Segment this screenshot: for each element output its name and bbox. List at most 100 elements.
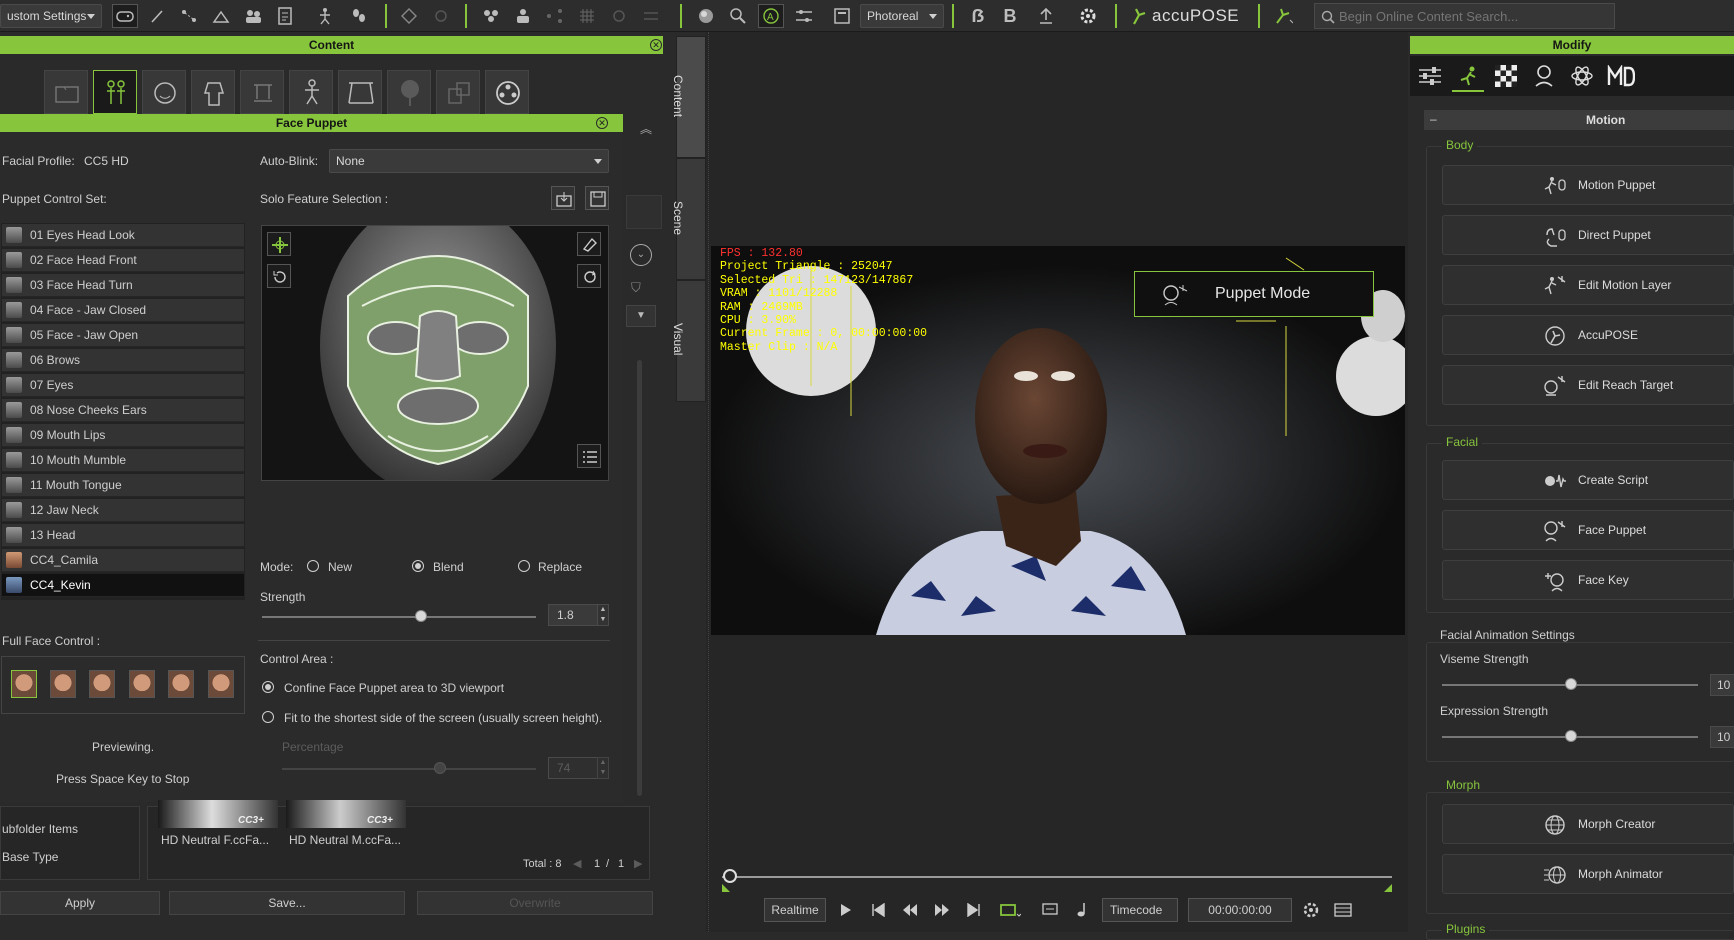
export-icon[interactable] bbox=[1034, 4, 1058, 28]
edit-reach-target-button[interactable]: Edit Reach Target bbox=[1442, 365, 1734, 405]
realtime-button[interactable]: Realtime bbox=[764, 898, 826, 922]
subtitle-icon[interactable] bbox=[1040, 898, 1060, 922]
list-item[interactable]: CC4_Camila bbox=[2, 549, 244, 572]
fast-forward-icon[interactable] bbox=[932, 898, 952, 922]
props-tab-icon[interactable] bbox=[436, 70, 480, 114]
pose-tab-icon[interactable] bbox=[289, 70, 333, 114]
next-page-icon[interactable]: ▶ bbox=[634, 857, 642, 870]
dropdown-arrow-icon[interactable]: ▼ bbox=[626, 305, 656, 327]
skeleton-icon[interactable] bbox=[314, 4, 336, 28]
direct-puppet-button[interactable]: Direct Puppet bbox=[1442, 215, 1734, 255]
rewind-icon[interactable] bbox=[900, 898, 920, 922]
sliders-icon[interactable] bbox=[640, 4, 662, 28]
filter-icon[interactable]: ⛉ bbox=[631, 280, 651, 300]
expression-value-field[interactable]: 10 bbox=[1710, 726, 1734, 748]
accupose-mode-icon[interactable]: A bbox=[758, 4, 784, 28]
mode-blend-radio[interactable] bbox=[412, 560, 424, 572]
move-feature-icon[interactable] bbox=[267, 232, 291, 256]
percentage-slider-track[interactable] bbox=[282, 768, 536, 770]
vertical-scrollbar[interactable] bbox=[637, 360, 642, 796]
overwrite-button[interactable]: Overwrite bbox=[417, 891, 653, 915]
script-icon[interactable] bbox=[274, 4, 296, 28]
apply-button[interactable]: Apply bbox=[0, 891, 160, 915]
save-button[interactable]: Save... bbox=[169, 891, 405, 915]
list-item[interactable]: 03 Face Head Turn bbox=[2, 274, 244, 297]
layout-dropdown[interactable]: ustom Settings bbox=[0, 4, 102, 28]
head-profile-icon[interactable] bbox=[1528, 60, 1560, 92]
face-feature-view[interactable] bbox=[261, 225, 609, 481]
folder-tab-icon[interactable] bbox=[44, 70, 88, 114]
gear-icon[interactable] bbox=[1076, 4, 1100, 28]
list-item[interactable]: 01 Eyes Head Look bbox=[2, 224, 244, 247]
face-puppet-button[interactable]: Face Puppet bbox=[1442, 510, 1734, 550]
bold-icon[interactable]: B bbox=[998, 4, 1022, 28]
timeline-playhead[interactable] bbox=[723, 869, 737, 883]
list-item[interactable]: 10 Mouth Mumble bbox=[2, 449, 244, 472]
go-to-end-icon[interactable] bbox=[964, 898, 984, 922]
puppet-tab-icon[interactable] bbox=[93, 70, 137, 114]
settings-sliders-icon[interactable] bbox=[792, 4, 816, 28]
pose-icon[interactable] bbox=[210, 4, 232, 28]
render-sphere-icon[interactable] bbox=[694, 4, 718, 28]
nodes-icon[interactable] bbox=[544, 4, 566, 28]
loop-icon[interactable] bbox=[430, 4, 452, 28]
bold-b-icon[interactable]: ẞ bbox=[966, 4, 990, 28]
ik-chain-icon[interactable] bbox=[178, 4, 200, 28]
search-box[interactable] bbox=[1314, 3, 1615, 29]
strength-slider-knob[interactable] bbox=[415, 610, 427, 622]
prev-page-icon[interactable]: ◀ bbox=[573, 857, 581, 870]
auto-blink-dropdown[interactable]: None bbox=[329, 149, 609, 173]
people-icon[interactable] bbox=[512, 4, 534, 28]
list-item[interactable]: 13 Head bbox=[2, 524, 244, 547]
list-item[interactable]: 05 Face - Jaw Open bbox=[2, 324, 244, 347]
list-item[interactable]: 06 Brows bbox=[2, 349, 244, 372]
zoom-icon[interactable] bbox=[726, 4, 750, 28]
sync-icon[interactable] bbox=[577, 264, 601, 288]
list-item[interactable]: 09 Mouth Lips bbox=[2, 424, 244, 447]
subfolder-items-label[interactable]: ubfolder Items bbox=[2, 822, 78, 836]
search-input[interactable] bbox=[1339, 6, 1609, 26]
keyframe-icon[interactable] bbox=[398, 4, 420, 28]
crowd-icon[interactable] bbox=[242, 4, 264, 28]
edit-motion-layer-button[interactable]: Edit Motion Layer bbox=[1442, 265, 1734, 305]
list-item[interactable]: 07 Eyes bbox=[2, 374, 244, 397]
viseme-slider-knob[interactable] bbox=[1565, 678, 1577, 690]
time-display[interactable]: 00:00:00:00 bbox=[1188, 898, 1292, 922]
range-end-marker[interactable] bbox=[1384, 884, 1392, 892]
playback-settings-gear-icon[interactable] bbox=[1300, 898, 1322, 922]
physics-atom-icon[interactable] bbox=[1566, 60, 1598, 92]
list-item[interactable]: 04 Face - Jaw Closed bbox=[2, 299, 244, 322]
content-item-label[interactable]: HD Neutral M.ccFa... bbox=[289, 833, 401, 847]
group-icon[interactable] bbox=[480, 4, 502, 28]
face-thumb-3[interactable] bbox=[89, 670, 115, 698]
body-tab-icon[interactable] bbox=[191, 70, 235, 114]
list-item-selected[interactable]: CC4_Kevin bbox=[2, 574, 244, 597]
collapse-up-icon[interactable]: ︽ bbox=[640, 120, 656, 136]
bone-select-icon[interactable] bbox=[146, 4, 168, 28]
create-script-button[interactable]: Create Script bbox=[1442, 460, 1734, 500]
gamepad-icon[interactable] bbox=[112, 4, 138, 28]
collapse-icon[interactable]: – bbox=[1430, 112, 1437, 126]
accupose-button[interactable]: AccuPOSE bbox=[1442, 315, 1734, 355]
mode-new-radio[interactable] bbox=[307, 560, 319, 572]
music-note-icon[interactable] bbox=[1072, 898, 1092, 922]
motion-tab-icon[interactable] bbox=[1452, 60, 1484, 92]
motion-puppet-button[interactable]: Motion Puppet bbox=[1442, 165, 1734, 205]
stand-tab-icon[interactable] bbox=[240, 70, 284, 114]
face-thumb-2[interactable] bbox=[50, 670, 76, 698]
attributes-sliders-icon[interactable] bbox=[1414, 60, 1446, 92]
fit-screen-radio[interactable] bbox=[262, 711, 274, 723]
frame-icon[interactable] bbox=[830, 4, 854, 28]
chevron-down-circle-icon[interactable]: ⌄ bbox=[630, 244, 652, 266]
face-thumb-4[interactable] bbox=[129, 670, 155, 698]
timeline-panel-icon[interactable] bbox=[1332, 898, 1354, 922]
percentage-slider-knob[interactable] bbox=[434, 762, 446, 774]
confine-radio[interactable] bbox=[262, 681, 274, 693]
tab-content[interactable]: Content bbox=[671, 36, 706, 158]
play-icon[interactable] bbox=[836, 898, 856, 922]
tab-visual[interactable]: Visual bbox=[671, 280, 706, 402]
mode-replace-radio[interactable] bbox=[518, 560, 530, 572]
content-item-label[interactable]: HD Neutral F.ccFa... bbox=[161, 833, 269, 847]
film-reel-tab-icon[interactable] bbox=[485, 70, 529, 114]
strength-value-field[interactable]: 1.8 bbox=[548, 604, 598, 626]
